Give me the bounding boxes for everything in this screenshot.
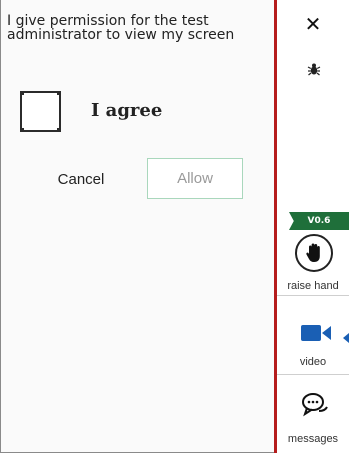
video-button[interactable]: video	[277, 297, 349, 375]
raise-hand-icon	[295, 234, 333, 272]
raise-hand-label: raise hand	[287, 280, 339, 292]
expand-arrow-icon[interactable]	[343, 333, 349, 343]
chat-bubbles-icon	[302, 393, 328, 417]
sidebar: ✕ V0.6 raise hand video messages	[277, 0, 349, 453]
allow-button[interactable]: Allow	[147, 158, 243, 199]
agree-checkbox[interactable]	[20, 91, 61, 132]
permission-panel: I give permission for the test administr…	[0, 0, 274, 453]
agree-label[interactable]: I agree	[91, 100, 162, 121]
close-icon[interactable]: ✕	[277, 12, 349, 36]
video-label: video	[299, 356, 327, 368]
cancel-button[interactable]: Cancel	[41, 160, 121, 198]
permission-text: I give permission for the test administr…	[7, 13, 235, 43]
bug-icon[interactable]	[307, 62, 321, 76]
messages-button[interactable]: messages	[277, 376, 349, 453]
messages-label: messages	[287, 433, 339, 445]
raise-hand-button[interactable]: raise hand	[277, 228, 349, 296]
video-camera-icon	[301, 325, 331, 341]
